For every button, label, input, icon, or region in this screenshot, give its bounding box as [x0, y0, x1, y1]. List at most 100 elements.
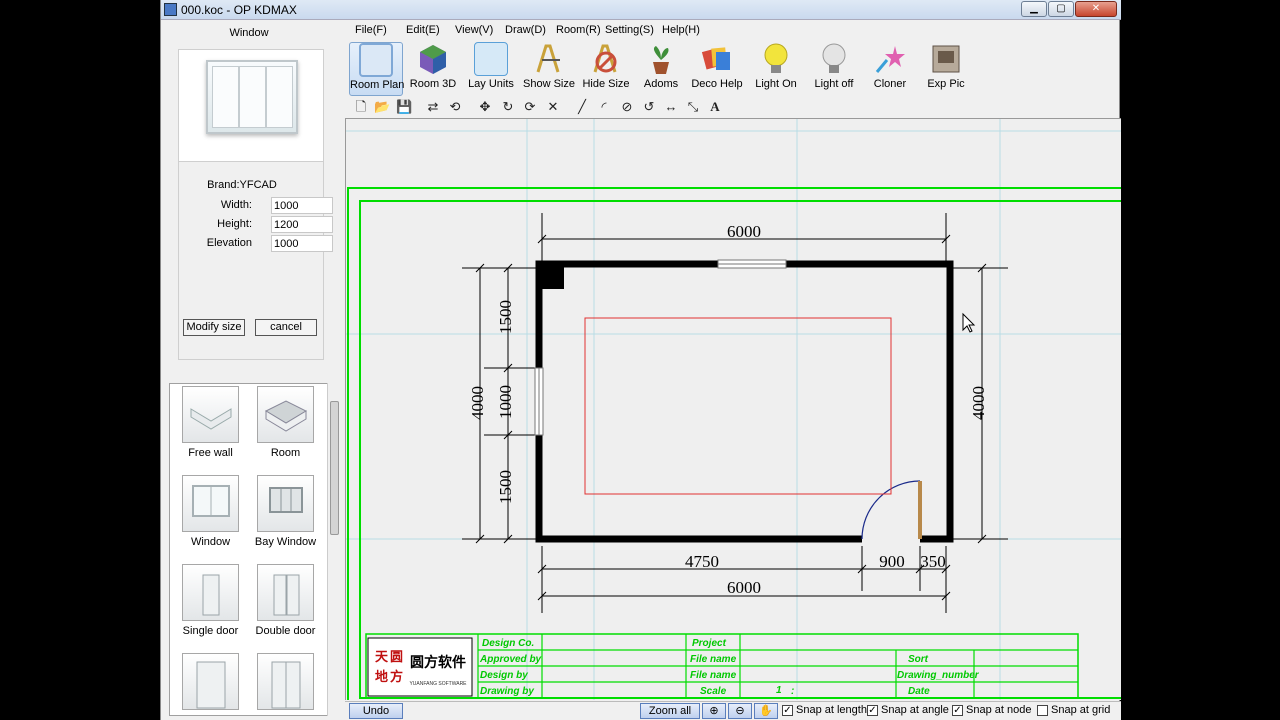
light-off-button[interactable]: Light off — [809, 42, 859, 96]
new-file-icon[interactable]: 🗋 — [353, 99, 369, 115]
menu-setting[interactable]: Setting(S) — [605, 24, 654, 36]
dim-left-seg-3: 1500 — [496, 470, 515, 504]
library-item-room[interactable]: Room — [248, 386, 323, 459]
menu-room[interactable]: Room(R) — [556, 24, 601, 36]
title-project: Project — [692, 638, 727, 649]
room-plan-button[interactable]: Room Plan — [349, 42, 404, 96]
snap-angle-checkbox[interactable]: ✓ — [867, 705, 878, 716]
rotate-mirror-icon[interactable]: ⟲ — [447, 99, 463, 115]
modify-size-button[interactable]: Modify size — [183, 319, 245, 336]
adoms-button[interactable]: Adoms — [637, 42, 685, 96]
hide-size-icon — [589, 42, 623, 76]
zoom-out-icon[interactable]: ⊖ — [728, 703, 752, 719]
snap-length-checkbox[interactable]: ✓ — [782, 705, 793, 716]
menu-edit[interactable]: Edit(E) — [406, 24, 440, 36]
snap-node-label: Snap at node — [966, 704, 1032, 716]
hide-size-button[interactable]: Hide Size — [581, 42, 631, 96]
door-leaf[interactable] — [918, 481, 922, 539]
lay-units-button[interactable]: Lay Units — [463, 42, 519, 96]
library-scrollbar[interactable] — [327, 383, 340, 716]
window-preview — [178, 49, 324, 162]
line-icon[interactable]: ╱ — [574, 99, 590, 115]
library-item-window[interactable]: Window — [173, 475, 248, 548]
panel-title: Window — [229, 27, 269, 39]
drawing-canvas[interactable]: 6000 6000 4750 900 350 4000 1500 1000 15… — [345, 118, 1121, 700]
zoom-in-icon[interactable]: ⊕ — [702, 703, 726, 719]
dim-bottom: 6000 — [727, 578, 761, 597]
menu-help[interactable]: Help(H) — [662, 24, 700, 36]
elevation-field[interactable] — [271, 235, 333, 252]
room-walls[interactable] — [535, 260, 954, 543]
menu-file[interactable]: File(F) — [355, 24, 387, 36]
lay-units-icon — [474, 42, 508, 76]
cancel-button[interactable]: cancel — [255, 319, 317, 336]
library-item-double-door[interactable]: Double door — [248, 564, 323, 637]
menu-view[interactable]: View(V) — [455, 24, 493, 36]
show-size-button[interactable]: Show Size — [521, 42, 577, 96]
dim-left-seg-1: 1500 — [496, 300, 515, 334]
deco-help-icon — [700, 42, 734, 76]
status-bar: Undo Zoom all ⊕ ⊖ ✋ ✓ Snap at length ✓ S… — [345, 701, 1121, 720]
copy-rotate-icon[interactable]: ⟳ — [522, 99, 538, 115]
width-field[interactable] — [271, 197, 333, 214]
arc-icon[interactable]: ◜ — [596, 99, 612, 115]
maximize-button[interactable]: ▢ — [1048, 1, 1074, 17]
library-item-door-a[interactable] — [173, 653, 248, 710]
close-button[interactable]: ✕ — [1075, 1, 1117, 17]
grid — [346, 119, 1121, 700]
dim-left-seg-2: 1000 — [496, 385, 515, 419]
window-icon — [182, 475, 239, 532]
floor-plan[interactable]: 6000 6000 4750 900 350 4000 1500 1000 15… — [345, 118, 1121, 700]
zoom-all-button[interactable]: Zoom all — [640, 703, 700, 719]
library-item-free-wall[interactable]: Free wall — [173, 386, 248, 459]
snap-node-checkbox[interactable]: ✓ — [952, 705, 963, 716]
move-icon[interactable]: ✥ — [477, 99, 493, 115]
door-icon — [182, 653, 239, 710]
text-icon[interactable]: A — [707, 99, 723, 115]
window-preview-image — [206, 60, 298, 134]
minimize-button[interactable]: ▁ — [1021, 1, 1047, 17]
menu-draw[interactable]: Draw(D) — [505, 24, 546, 36]
delete-icon[interactable]: ✕ — [545, 99, 561, 115]
room-3d-button[interactable]: Room 3D — [407, 42, 459, 96]
title-scale: Scale — [700, 686, 727, 697]
exp-pic-button[interactable]: Exp Pic — [921, 42, 971, 96]
cube-icon — [416, 42, 450, 76]
free-wall-icon — [182, 386, 239, 443]
rotate-arc-icon[interactable]: ↺ — [641, 99, 657, 115]
height-label: Height: — [217, 218, 252, 230]
node-icon[interactable]: ⤡ — [685, 99, 701, 115]
door-opening — [862, 535, 920, 543]
property-fields: Brand:YFCAD Width: Height: Elevation Mod… — [178, 162, 333, 360]
light-on-button[interactable]: Light On — [751, 42, 801, 96]
title-design-co: Design Co. — [482, 638, 534, 649]
elevation-label: Elevation — [206, 237, 252, 249]
dimension-icon[interactable]: ↔ — [663, 99, 679, 115]
title-date: Date — [908, 686, 930, 697]
circle-icon[interactable]: ⊘ — [619, 99, 635, 115]
red-outline — [584, 317, 892, 495]
dim-top: 6000 — [727, 222, 761, 241]
mirror-icon[interactable]: ⇄ — [425, 99, 441, 115]
snap-grid-checkbox[interactable] — [1037, 705, 1048, 716]
inner-border — [359, 200, 1121, 699]
cloner-button[interactable]: Cloner — [865, 42, 915, 96]
open-folder-icon[interactable]: 📂 — [374, 99, 390, 115]
save-icon[interactable]: 💾 — [396, 99, 412, 115]
width-label: Width: — [220, 199, 252, 211]
dim-bottom-seg-1: 4750 — [685, 552, 719, 571]
menu-bar: File(F) Edit(E) View(V) Draw(D) Room(R) … — [345, 20, 1121, 40]
library-item-bay-window[interactable]: Bay Window — [248, 475, 323, 548]
library-item-door-b[interactable] — [248, 653, 323, 710]
rotate-icon[interactable]: ↻ — [500, 99, 516, 115]
height-field[interactable] — [271, 216, 333, 233]
brand-label: Brand:YFCAD — [207, 179, 277, 191]
deco-help-button[interactable]: Deco Help — [689, 42, 745, 96]
scroll-thumb[interactable] — [330, 401, 339, 535]
dim-bottom-seg-2: 900 — [879, 552, 905, 571]
app-icon — [164, 3, 177, 16]
undo-button[interactable]: Undo — [349, 703, 403, 719]
pan-hand-icon[interactable]: ✋ — [754, 703, 778, 719]
dim-right: 4000 — [969, 386, 988, 420]
library-item-single-door[interactable]: Single door — [173, 564, 248, 637]
